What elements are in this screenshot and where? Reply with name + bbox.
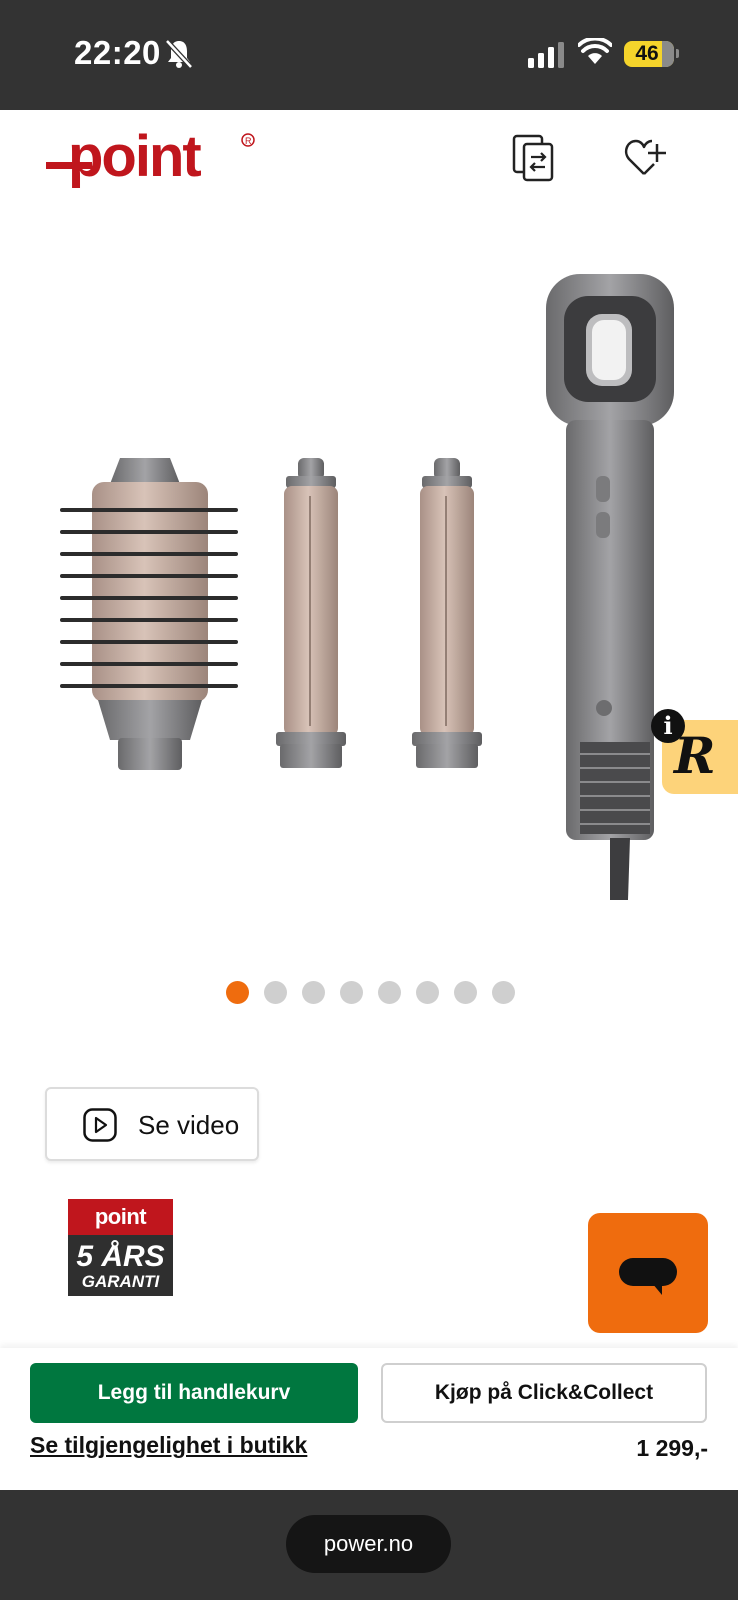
gallery-dot-5[interactable] — [378, 981, 401, 1004]
battery-level: 46 — [635, 42, 659, 65]
warranty-text: 5 ÅRS GARANTI — [68, 1235, 173, 1296]
play-icon — [83, 1108, 117, 1142]
status-bar: 22:20 46 — [0, 0, 738, 110]
url-field[interactable]: power.no — [286, 1515, 451, 1573]
bell-slash-icon — [165, 39, 193, 69]
wifi-icon — [578, 38, 612, 64]
gallery-dot-2[interactable] — [264, 981, 287, 1004]
click-collect-button[interactable]: Kjøp på Click&Collect — [381, 1363, 707, 1423]
hair-styler-handle — [546, 274, 674, 900]
warranty-badge: point 5 ÅRS GARANTI — [68, 1199, 173, 1296]
svg-text:R: R — [245, 136, 252, 146]
product-image[interactable] — [40, 260, 700, 920]
round-brush-attachment — [60, 458, 238, 770]
add-to-cart-button[interactable]: Legg til handlekurv — [30, 1363, 358, 1423]
curling-barrel-attachment-1 — [276, 458, 346, 768]
compare-icon[interactable] — [512, 134, 556, 184]
curling-barrel-attachment-2 — [412, 458, 482, 768]
warranty-label: GARANTI — [81, 1272, 160, 1291]
see-video-button[interactable]: Se video — [45, 1087, 259, 1161]
gallery-dot-6[interactable] — [416, 981, 439, 1004]
battery-nub — [676, 49, 679, 58]
site-header: point R — [0, 110, 738, 220]
gallery-dot-8[interactable] — [492, 981, 515, 1004]
svg-text:point: point — [68, 130, 201, 189]
info-icon[interactable]: i — [651, 709, 685, 743]
battery-icon: 46 — [624, 41, 674, 67]
point-logo[interactable]: point R — [46, 130, 258, 200]
browser-bar: power.no — [0, 1490, 738, 1600]
status-time: 22:20 — [74, 34, 161, 71]
gallery-dot-3[interactable] — [302, 981, 325, 1004]
store-availability-link[interactable]: Se tilgjengelighet i butikk — [30, 1432, 307, 1459]
chat-button[interactable] — [588, 1213, 708, 1333]
purchase-panel: Legg til handlekurv Kjøp på Click&Collec… — [0, 1348, 738, 1490]
gallery-dot-7[interactable] — [454, 981, 477, 1004]
cellular-signal-icon — [528, 42, 564, 68]
gallery-dots — [226, 981, 515, 1005]
warranty-years: 5 ÅRS — [76, 1240, 165, 1273]
gallery-dot-4[interactable] — [340, 981, 363, 1004]
gallery-dot-1[interactable] — [226, 981, 249, 1004]
product-price: 1 299,- — [636, 1435, 708, 1461]
heart-plus-icon[interactable] — [624, 136, 668, 178]
warranty-brand: point — [68, 1199, 173, 1235]
chat-bubble-icon — [619, 1258, 677, 1295]
see-video-label: Se video — [138, 1110, 240, 1140]
